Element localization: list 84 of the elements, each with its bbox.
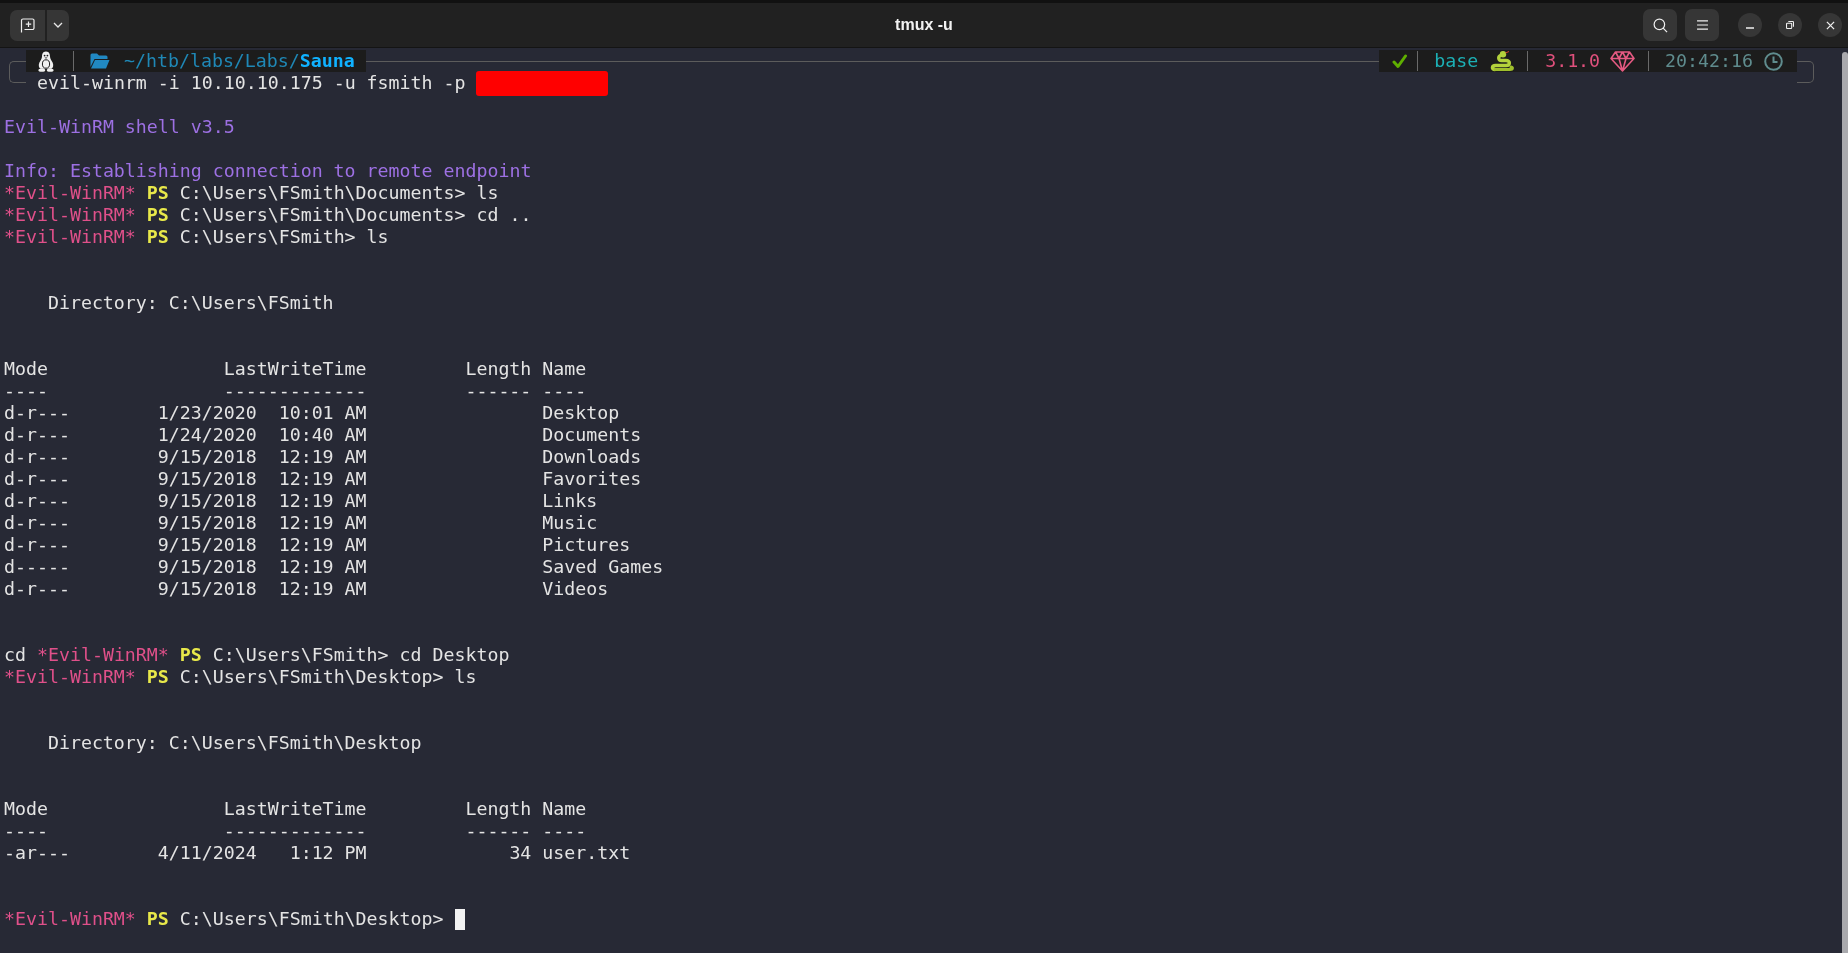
table-cell: Desktop	[542, 402, 620, 423]
table-cell: Downloads	[542, 446, 642, 467]
chevron-down-icon	[53, 22, 63, 28]
path-text: ~/htb/labs/Labs/Sauna	[124, 50, 355, 72]
column-header: Name	[542, 358, 587, 379]
table-cell: 9/15/2018 12:19 AM	[157, 446, 367, 467]
table-cell: d-----	[4, 556, 70, 577]
table-cell: d-r---	[4, 512, 70, 533]
table-cell: 4/11/2024 1:12 PM	[157, 842, 367, 863]
close-icon	[1825, 20, 1835, 30]
table-cell: 9/15/2018 12:19 AM	[157, 578, 367, 599]
table-cell: Videos	[542, 578, 609, 599]
directory-heading: Directory: C:\Users\FSmith	[47, 292, 334, 314]
table-cell: 9/15/2018 12:19 AM	[157, 490, 367, 511]
info-text: Info: Establishing connection to remote endpoint	[4, 160, 532, 182]
table-cell: Links	[542, 490, 598, 511]
window-title: tmux -u	[895, 15, 953, 35]
table-cell: Favorites	[542, 468, 642, 489]
minimize-icon	[1746, 26, 1754, 29]
table-cell: 34	[509, 842, 532, 863]
restore-icon	[1786, 21, 1794, 29]
column-header: Mode	[4, 798, 48, 819]
column-header: Length	[465, 798, 532, 819]
table-cell: 9/15/2018 12:19 AM	[157, 534, 367, 555]
directory-heading: Directory: C:\Users\FSmith\Desktop	[47, 732, 422, 754]
snake-icon	[1490, 50, 1516, 72]
table-cell: 9/15/2018 12:19 AM	[157, 468, 367, 489]
table-cell: d-r---	[4, 468, 70, 489]
column-rule: ------	[465, 820, 532, 841]
command-text: evil-winrm -i 10.10.10.175 -u fsmith -p	[37, 72, 466, 94]
frame-bracket	[1797, 61, 1814, 83]
column-header: Mode	[4, 358, 48, 379]
new-tab-icon	[20, 17, 35, 33]
check-icon	[1392, 53, 1408, 69]
column-header: Name	[542, 798, 587, 819]
clock-icon	[1764, 51, 1783, 71]
column-rule: -------------	[223, 820, 367, 841]
column-header: LastWriteTime	[223, 358, 367, 379]
table-cell: Pictures	[542, 534, 631, 555]
column-rule: ----	[4, 380, 48, 401]
column-header: LastWriteTime	[223, 798, 367, 819]
table-cell: d-r---	[4, 490, 70, 511]
column-rule: -------------	[223, 380, 367, 401]
table-cell: user.txt	[542, 842, 631, 863]
search-button[interactable]	[1643, 9, 1677, 41]
restore-button[interactable]	[1778, 13, 1802, 37]
folder-icon	[90, 53, 110, 69]
scrollbar-thumb[interactable]	[1842, 52, 1848, 953]
banner-text: Evil-WinRM shell v3.5	[4, 116, 235, 138]
table-cell: 9/15/2018 12:19 AM	[157, 512, 367, 533]
table-cell: 1/23/2020 10:01 AM	[157, 402, 367, 423]
table-cell: d-r---	[4, 424, 70, 445]
column-header: Length	[465, 358, 532, 379]
table-cell: -ar---	[4, 842, 70, 863]
table-cell: 9/15/2018 12:19 AM	[157, 556, 367, 577]
table-cell: Saved Games	[542, 556, 664, 577]
table-cell: d-r---	[4, 402, 70, 423]
table-cell: Music	[542, 512, 598, 533]
prompt-line: *Evil-WinRM* PS C:\Users\FSmith> ls	[4, 226, 389, 248]
new-tab-button[interactable]	[10, 9, 45, 41]
column-rule: ------	[465, 380, 532, 401]
menu-button[interactable]	[1685, 9, 1719, 41]
prompt-line: *Evil-WinRM* PS C:\Users\FSmith\Documents> ls	[4, 182, 499, 204]
prompt-line: cd *Evil-WinRM* PS C:\Users\FSmith> cd Desktop	[4, 644, 510, 666]
column-rule: ----	[542, 820, 587, 841]
table-cell: d-r---	[4, 578, 70, 599]
column-rule: ----	[4, 820, 48, 841]
ruby-version: 3.1.0	[1545, 50, 1601, 72]
prompt-line: *Evil-WinRM* PS C:\Users\FSmith\Desktop> ls	[4, 666, 477, 688]
time-text: 20:42:16	[1665, 50, 1753, 72]
close-button[interactable]	[1818, 13, 1842, 37]
column-rule: ----	[542, 380, 587, 401]
table-cell: 1/24/2020 10:40 AM	[157, 424, 367, 445]
prompt-line: *Evil-WinRM* PS C:\Users\FSmith\Desktop>	[4, 908, 444, 930]
tab-menu-button[interactable]	[47, 9, 69, 41]
menu-icon	[1696, 20, 1708, 30]
table-cell: d-r---	[4, 534, 70, 555]
minimize-button[interactable]	[1738, 13, 1762, 37]
search-icon	[1652, 17, 1668, 33]
table-cell: Documents	[542, 424, 642, 445]
table-cell: d-r---	[4, 446, 70, 467]
gem-icon	[1610, 50, 1636, 72]
environment-name: base	[1434, 50, 1479, 72]
prompt-line: *Evil-WinRM* PS C:\Users\FSmith\Documents> cd ..	[4, 204, 532, 226]
